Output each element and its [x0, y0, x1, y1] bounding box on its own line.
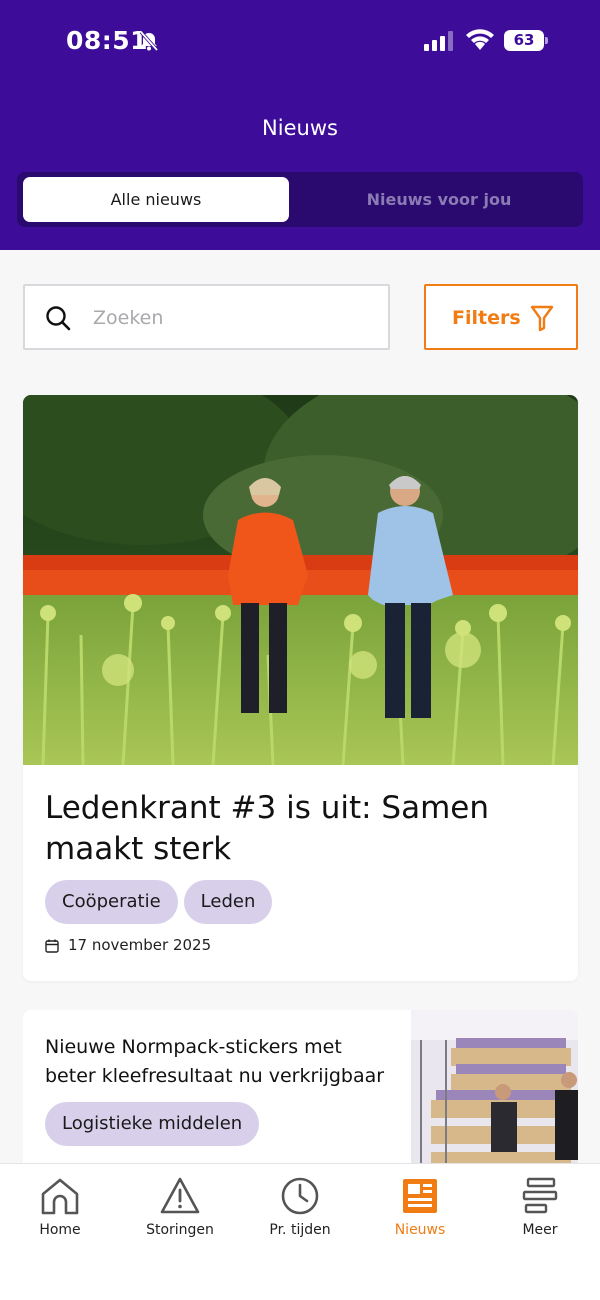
nav-label-nieuws: Nieuws	[394, 1222, 446, 1238]
tag-logistieke-middelen[interactable]: Logistieke middelen	[45, 1102, 260, 1146]
news-tabs: Alle nieuws Nieuws voor jou	[17, 172, 583, 227]
tag-leden[interactable]: Leden	[183, 880, 273, 924]
signal-icon	[424, 31, 453, 51]
header: 08:51 63 Nieuws Alle nieuws Nieuws voor …	[0, 0, 600, 250]
battery-level: 63	[504, 30, 544, 51]
status-bar: 08:51 63	[0, 0, 600, 80]
tab-news-for-you[interactable]: Nieuws voor jou	[301, 177, 577, 222]
warning-icon	[160, 1177, 200, 1214]
article-card[interactable]: Nieuwe Normpack-stickers met beter kleef…	[23, 1010, 578, 1170]
article-title: Nieuwe Normpack-stickers met beter kleef…	[45, 1036, 385, 1087]
nav-label-meer: Meer	[522, 1222, 558, 1238]
tag-cooperatie[interactable]: Coöperatie	[45, 880, 178, 924]
battery-indicator: 63	[504, 30, 548, 51]
nav-home[interactable]: Home	[10, 1176, 110, 1246]
clock-icon	[281, 1177, 319, 1215]
nav-label-pr-tijden: Pr. tijden	[269, 1222, 331, 1238]
battery-tip	[545, 37, 548, 44]
status-time: 08:51	[66, 26, 149, 55]
calendar-icon	[45, 939, 59, 953]
article-title: Ledenkrant #3 is uit: Samen maakt sterk	[45, 790, 490, 867]
nav-storingen[interactable]: Storingen	[130, 1176, 230, 1246]
nav-pr-tijden[interactable]: Pr. tijden	[250, 1176, 350, 1246]
filters-button[interactable]: Filters	[424, 284, 578, 350]
filter-icon	[530, 305, 554, 332]
search-input[interactable]: Zoeken	[23, 284, 390, 350]
article-card[interactable]: Ledenkrant #3 is uit: Samen maakt sterk …	[23, 395, 578, 981]
more-icon	[522, 1177, 558, 1214]
search-placeholder: Zoeken	[93, 307, 164, 329]
nav-label-storingen: Storingen	[146, 1222, 214, 1238]
article-tags: Coöperatie Leden	[45, 880, 273, 924]
bottom-nav: Home Storingen Pr. tijden Nieuws Meer	[0, 1163, 600, 1300]
bell-off-icon	[139, 30, 159, 52]
nav-nieuws[interactable]: Nieuws	[370, 1176, 470, 1246]
filters-label: Filters	[452, 307, 521, 329]
nav-label-home: Home	[39, 1222, 81, 1238]
page-title: Nieuws	[262, 116, 338, 140]
newspaper-icon	[403, 1179, 437, 1213]
article-image	[23, 395, 578, 765]
wifi-icon	[466, 29, 494, 50]
home-icon	[41, 1178, 79, 1215]
article-date: 17 november 2025	[68, 936, 212, 954]
tab-all-news[interactable]: Alle nieuws	[23, 177, 289, 222]
search-icon	[46, 306, 71, 331]
article-image	[411, 1010, 578, 1170]
nav-meer[interactable]: Meer	[490, 1176, 590, 1246]
